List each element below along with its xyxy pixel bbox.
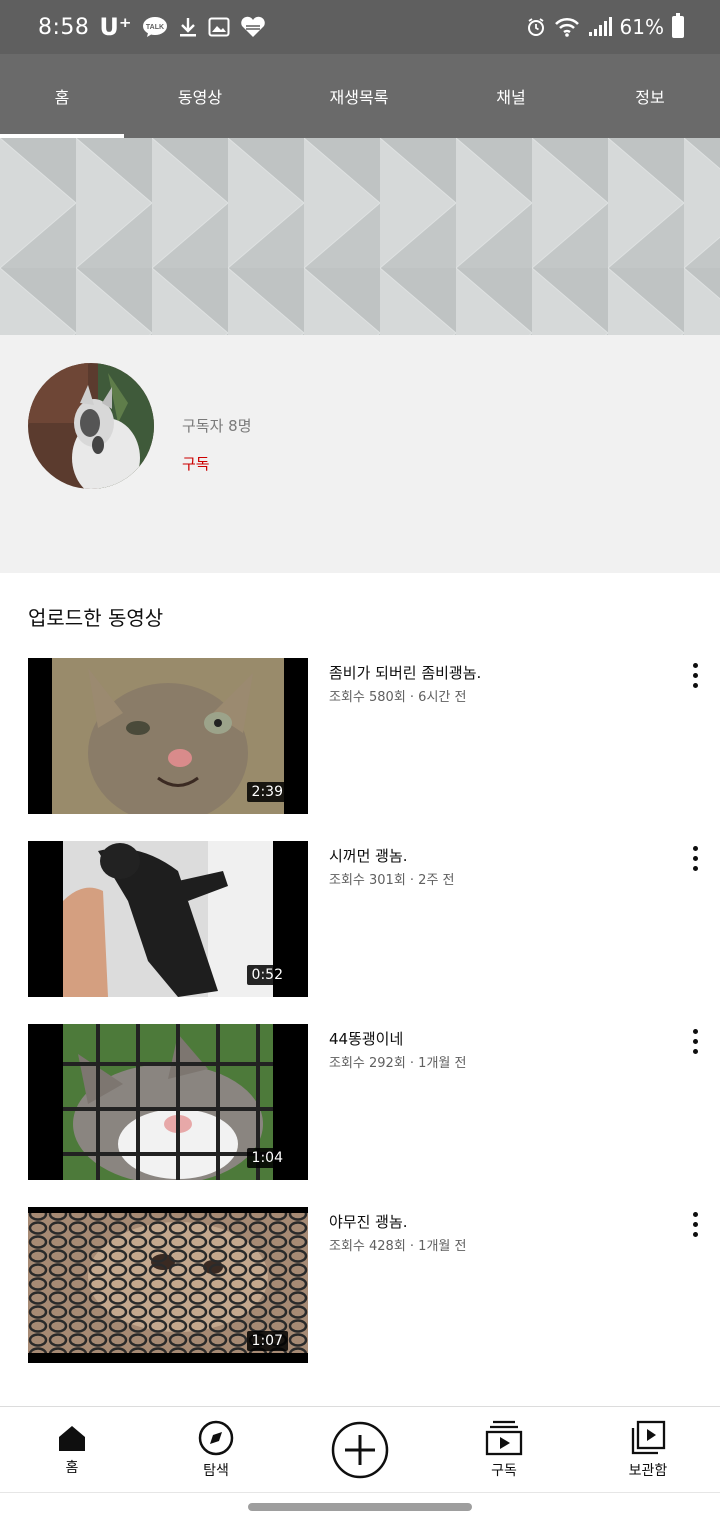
- video-title[interactable]: 시꺼먼 괭놈.: [329, 845, 408, 866]
- nav-library[interactable]: 보관함: [576, 1407, 720, 1492]
- nav-create[interactable]: [288, 1407, 432, 1492]
- home-icon: [59, 1425, 85, 1451]
- carrier-label: U⁺: [99, 13, 132, 41]
- video-title[interactable]: 좀비가 되버린 좀비괭놈.: [329, 662, 481, 683]
- video-duration: 1:04: [246, 1148, 288, 1168]
- nav-explore[interactable]: 탐색: [144, 1407, 288, 1492]
- channel-avatar[interactable]: [28, 363, 154, 489]
- battery-icon: [672, 13, 684, 38]
- gallery-icon: [208, 17, 230, 37]
- status-time: 8:58: [38, 14, 90, 40]
- video-title[interactable]: 야무진 괭놈.: [329, 1211, 408, 1232]
- video-title[interactable]: 44똥괭이네: [329, 1028, 403, 1049]
- alarm-icon: [526, 17, 546, 37]
- bottom-navigation: 홈 탐색 구독 보관함: [0, 1406, 720, 1492]
- more-options-icon[interactable]: [684, 843, 706, 873]
- wifi-icon: [554, 17, 580, 37]
- more-options-icon[interactable]: [684, 660, 706, 690]
- video-item[interactable]: 2:39 좀비가 되버린 좀비괭놈. 조회수 580회 · 6시간 전: [0, 658, 720, 814]
- channel-banner: [0, 138, 720, 335]
- video-duration: 2:39: [246, 782, 288, 802]
- video-thumbnail[interactable]: 2:39: [28, 658, 308, 814]
- compass-icon: [198, 1420, 234, 1455]
- tab-channels[interactable]: 채널: [442, 54, 580, 138]
- video-thumbnail[interactable]: 0:52: [28, 841, 308, 997]
- heart-app-icon: [240, 16, 266, 38]
- create-plus-icon: [331, 1421, 389, 1478]
- video-thumbnail[interactable]: 1:07: [28, 1207, 308, 1363]
- status-right: 61%: [526, 13, 684, 39]
- battery-percent: 61%: [619, 15, 664, 39]
- kakaotalk-icon: TALK: [142, 16, 168, 38]
- gesture-bar: [0, 1492, 720, 1520]
- library-icon: [631, 1420, 666, 1454]
- nav-explore-label: 탐색: [203, 1462, 229, 1479]
- download-icon: [178, 16, 198, 38]
- tab-about[interactable]: 정보: [580, 54, 720, 138]
- signal-icon: [588, 17, 612, 37]
- home-indicator[interactable]: [248, 1503, 472, 1511]
- video-duration: 0:52: [246, 965, 288, 985]
- tab-videos[interactable]: 동영상: [124, 54, 276, 138]
- tab-home[interactable]: 홈: [0, 54, 124, 138]
- video-item[interactable]: 1:07 야무진 괭놈. 조회수 428회 · 1개월 전: [0, 1207, 720, 1363]
- uploads-section-title: 업로드한 동영상: [28, 606, 164, 630]
- status-bar: 8:58 U⁺ TALK 61%: [0, 0, 720, 54]
- video-meta: 조회수 580회 · 6시간 전: [329, 690, 467, 705]
- video-item[interactable]: 1:04 44똥괭이네 조회수 292회 · 1개월 전: [0, 1024, 720, 1180]
- nav-home-label: 홈: [65, 1459, 79, 1476]
- channel-tabs: 홈 동영상 재생목록 채널 정보: [0, 54, 720, 138]
- subscriber-count: 구독자 8명: [182, 417, 252, 435]
- status-left: 8:58 U⁺ TALK: [38, 13, 266, 41]
- nav-library-label: 보관함: [628, 1462, 668, 1479]
- more-options-icon[interactable]: [684, 1026, 706, 1056]
- nav-subscriptions[interactable]: 구독: [432, 1407, 576, 1492]
- video-thumbnail[interactable]: 1:04: [28, 1024, 308, 1180]
- subscribe-button[interactable]: 구독: [182, 453, 210, 474]
- nav-subscriptions-label: 구독: [491, 1462, 517, 1479]
- tab-channels-label: 채널: [496, 88, 526, 107]
- channel-info: 구독자 8명 구독: [0, 335, 720, 573]
- video-duration: 1:07: [246, 1331, 288, 1351]
- tab-playlists[interactable]: 재생목록: [276, 54, 442, 138]
- subscriptions-icon: [485, 1420, 523, 1455]
- tab-playlists-label: 재생목록: [329, 88, 389, 107]
- nav-home[interactable]: 홈: [0, 1407, 144, 1492]
- video-meta: 조회수 301회 · 2주 전: [329, 873, 455, 888]
- video-meta: 조회수 292회 · 1개월 전: [329, 1056, 467, 1071]
- more-options-icon[interactable]: [684, 1209, 706, 1239]
- talk-badge-text: TALK: [145, 24, 163, 31]
- video-meta: 조회수 428회 · 1개월 전: [329, 1239, 467, 1254]
- video-item[interactable]: 0:52 시꺼먼 괭놈. 조회수 301회 · 2주 전: [0, 841, 720, 997]
- tab-videos-label: 동영상: [177, 88, 223, 107]
- tab-home-label: 홈: [54, 88, 70, 107]
- tab-about-label: 정보: [635, 88, 665, 107]
